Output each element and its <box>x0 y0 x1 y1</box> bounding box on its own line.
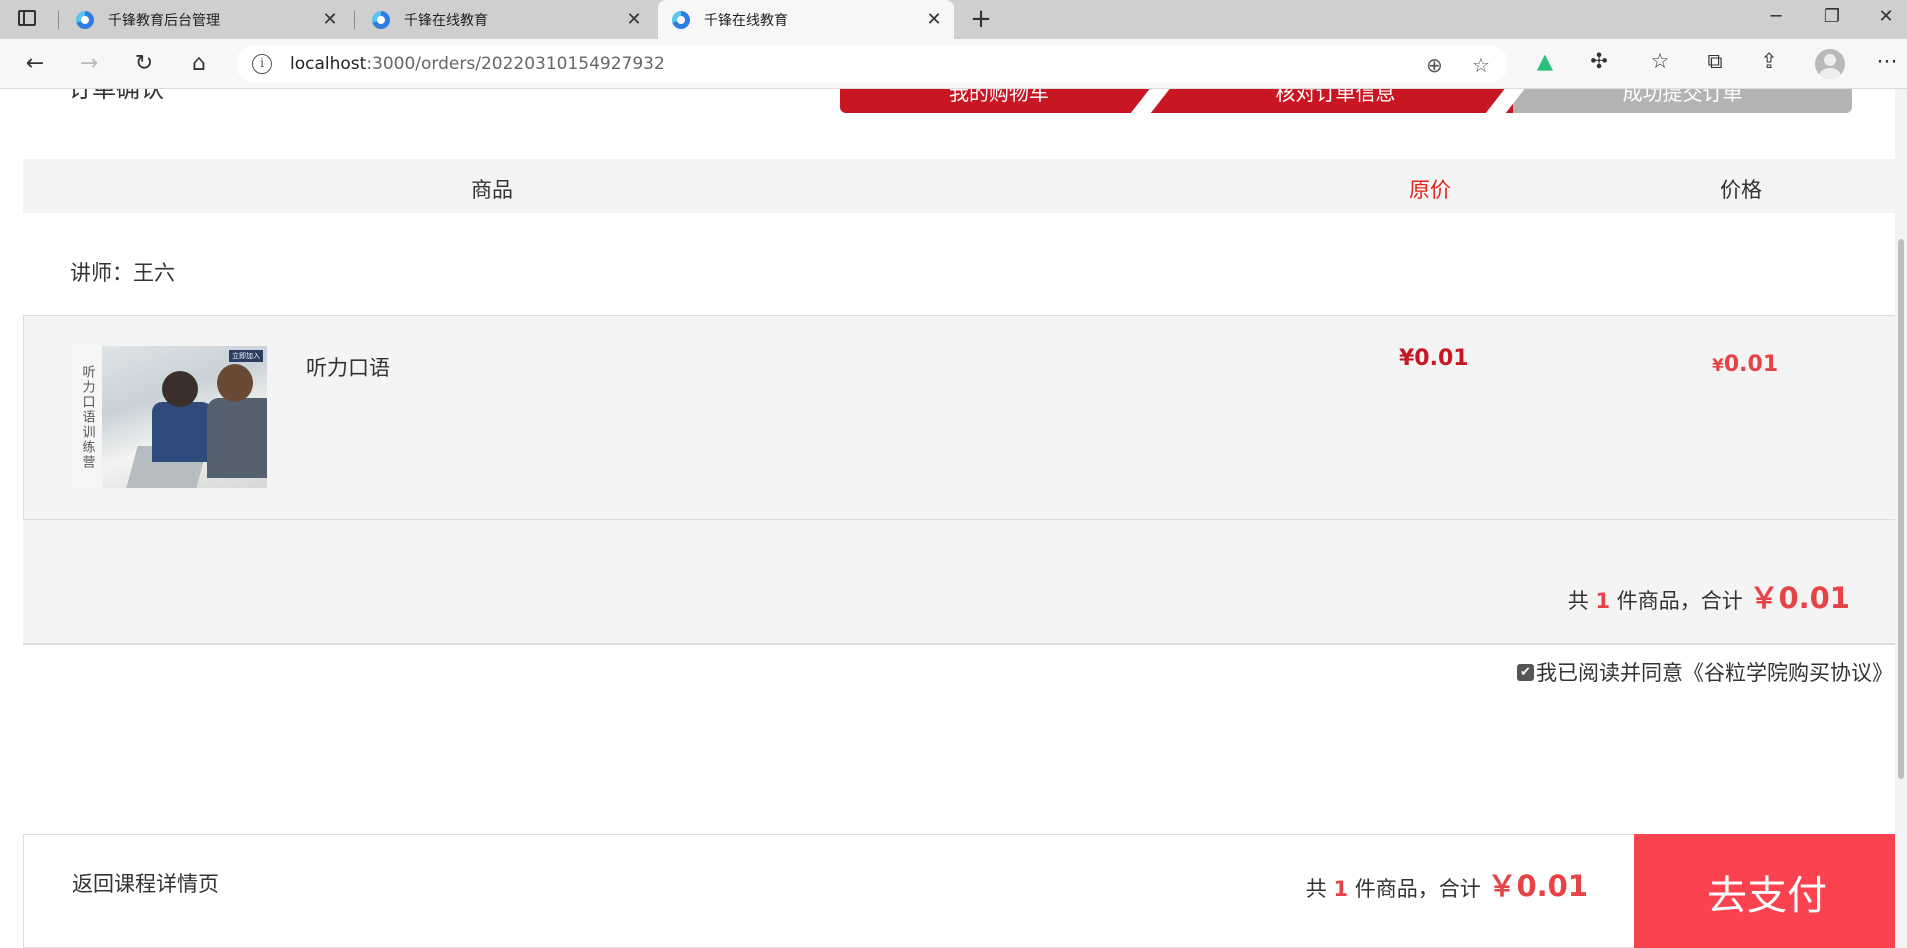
total-amount: ￥0.01 <box>1487 869 1588 903</box>
course-name[interactable]: 听力口语 <box>306 352 390 382</box>
step-label: 我的购物车 <box>949 89 1049 105</box>
page-viewport: 订单确认 我的购物车 核对订单信息 成功提交订单 商品 原价 价格 讲师：王六 … <box>0 89 1907 948</box>
checkout-footer: 返回课程详情页 共 1 件商品，合计 ￥0.01 去支付 <box>23 834 1900 948</box>
minimize-icon[interactable]: ─ <box>1756 6 1796 27</box>
thumbnail-badge: 立即加入 <box>229 350 263 362</box>
order-summary: 共 1 件商品，合计 ￥0.01 <box>1568 575 1850 617</box>
item-count: 1 <box>1333 877 1349 901</box>
close-icon[interactable]: ✕ <box>318 9 342 30</box>
tab-separator <box>354 11 355 29</box>
url-text[interactable]: localhost:3000/orders/20220310154927932 <box>290 54 665 74</box>
item-count: 1 <box>1595 589 1611 613</box>
tab-separator <box>58 11 59 29</box>
url-path: :3000/orders/20220310154927932 <box>366 54 665 74</box>
price-value: 0.01 <box>1723 352 1779 377</box>
summary-prefix: 共 <box>1305 877 1334 901</box>
step-verify: 核对订单信息 <box>1158 89 1541 113</box>
extensions-icon[interactable]: ✣ <box>1584 49 1614 73</box>
thumbnail-photo: 立即加入 <box>102 346 267 488</box>
tab-title: 千锋在线教育 <box>404 12 488 29</box>
course-thumbnail[interactable]: 听力口语训练营 立即加入 <box>72 346 267 488</box>
back-to-course-link[interactable]: 返回课程详情页 <box>72 868 219 898</box>
header-original-price: 原价 <box>1409 178 1451 202</box>
step-cart: 我的购物车 <box>840 89 1186 113</box>
tab-title: 千锋在线教育 <box>704 12 788 29</box>
tab-actions-icon[interactable] <box>18 10 36 26</box>
collections-icon[interactable]: ⧉ <box>1700 49 1730 74</box>
checkbox-checked-icon[interactable]: ✔ <box>1517 663 1534 681</box>
step-label: 核对订单信息 <box>1275 89 1396 105</box>
footer-summary: 共 1 件商品，合计 ￥0.01 <box>1306 863 1588 905</box>
table-header: 商品 原价 价格 <box>23 159 1895 213</box>
agreement-checkbox[interactable]: ✔ 我已阅读并同意《谷粒学院购买协议》 <box>1517 657 1893 687</box>
share-icon[interactable]: ⇪ <box>1754 49 1784 73</box>
profile-avatar[interactable] <box>1815 49 1845 79</box>
header-price: 价格 <box>1720 178 1762 202</box>
back-icon[interactable]: ← <box>20 49 50 79</box>
page-scrollbar[interactable] <box>1895 89 1907 948</box>
site-favicon-icon <box>76 10 94 29</box>
vue-devtools-icon[interactable]: ▲ <box>1530 49 1560 73</box>
original-price: ¥0.01 <box>1399 346 1469 371</box>
page-title: 订单确认 <box>68 89 164 103</box>
agreement-text: 我已阅读并同意《谷粒学院购买协议》 <box>1536 661 1893 685</box>
close-icon[interactable]: ✕ <box>922 9 946 30</box>
browser-tab-bar: 千锋教育后台管理 ✕ 千锋在线教育 ✕ 千锋在线教育 ✕ + ─ ❐ ✕ <box>0 0 1907 39</box>
total-amount: ￥0.01 <box>1749 581 1850 615</box>
order-steps: 我的购物车 核对订单信息 成功提交订单 <box>840 89 1852 113</box>
site-favicon-icon <box>372 10 390 29</box>
new-tab-button[interactable]: + <box>966 4 996 34</box>
restore-icon[interactable]: ❐ <box>1812 6 1852 27</box>
url-host: localhost <box>290 54 367 74</box>
add-favorite-icon[interactable]: ☆ <box>1472 53 1490 77</box>
step-submit: 成功提交订单 <box>1513 89 1852 113</box>
summary-prefix: 共 <box>1567 589 1596 613</box>
teacher-label: 讲师：王六 <box>70 261 175 285</box>
address-bar[interactable]: i localhost:3000/orders/2022031015492793… <box>236 45 1508 83</box>
refresh-icon[interactable]: ↻ <box>129 49 159 79</box>
favorites-icon[interactable]: ☆ <box>1645 49 1675 73</box>
browser-tab[interactable]: 千锋在线教育 ✕ <box>358 0 654 39</box>
summary-middle: 件商品，合计 <box>1348 877 1488 901</box>
more-menu-icon[interactable]: ⋯ <box>1872 49 1902 73</box>
site-info-icon[interactable]: i <box>252 54 272 74</box>
pay-button[interactable]: 去支付 <box>1634 834 1900 948</box>
header-product: 商品 <box>471 178 513 202</box>
browser-tab[interactable]: 千锋教育后台管理 ✕ <box>62 0 350 39</box>
home-icon[interactable]: ⌂ <box>184 49 214 79</box>
order-summary-row: 共 1 件商品，合计 ￥0.01 <box>23 520 1900 645</box>
summary-middle: 件商品，合计 <box>1610 589 1750 613</box>
scrollbar-thumb[interactable] <box>1898 239 1904 779</box>
window-close-icon[interactable]: ✕ <box>1866 6 1906 27</box>
site-favicon-icon <box>672 10 690 29</box>
item-price: ¥0.01 <box>1712 352 1778 377</box>
currency-symbol: ¥ <box>1712 356 1724 376</box>
zoom-icon[interactable]: ⊕ <box>1426 53 1443 77</box>
browser-toolbar: ← → ↻ ⌂ i localhost:3000/orders/20220310… <box>0 39 1907 89</box>
tab-title: 千锋教育后台管理 <box>108 12 220 29</box>
step-label: 成功提交订单 <box>1622 89 1743 105</box>
close-icon[interactable]: ✕ <box>622 9 646 30</box>
browser-tab-active[interactable]: 千锋在线教育 ✕ <box>658 0 954 39</box>
thumbnail-caption: 听力口语训练营 <box>72 346 102 488</box>
order-item-row: 听力口语训练营 立即加入 听力口语 ¥0.01 ¥0.01 <box>23 315 1900 520</box>
forward-icon[interactable]: → <box>74 49 104 79</box>
